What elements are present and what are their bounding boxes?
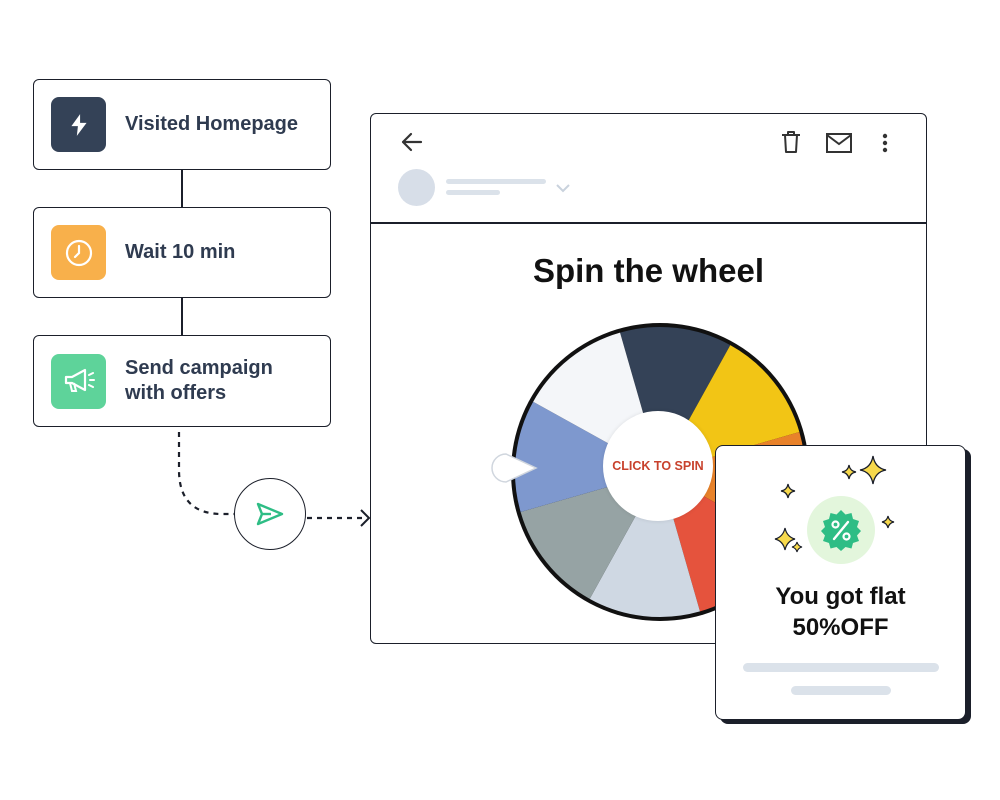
avatar [398, 169, 435, 206]
send-icon [234, 478, 306, 550]
percent-badge-icon [807, 496, 875, 564]
button-placeholder [791, 686, 891, 695]
more-vertical-icon[interactable] [879, 132, 891, 159]
email-title: Spin the wheel [532, 252, 765, 289]
sender-email-placeholder [446, 190, 500, 195]
back-arrow-icon[interactable] [399, 130, 425, 159]
header-divider [371, 222, 926, 224]
trash-icon[interactable] [780, 130, 802, 159]
text-placeholder [743, 663, 939, 672]
sender-name-placeholder [446, 179, 546, 184]
spin-button[interactable]: CLICK TO SPIN [603, 411, 713, 521]
offer-message: You got flat 50%OFF [775, 583, 906, 641]
mail-icon[interactable] [825, 132, 853, 159]
chevron-down-icon[interactable] [555, 180, 571, 198]
offer-popup: You got flat 50%OFF [715, 445, 966, 720]
wheel-pointer [490, 452, 540, 489]
spin-button-label: CLICK TO SPIN [612, 459, 704, 473]
